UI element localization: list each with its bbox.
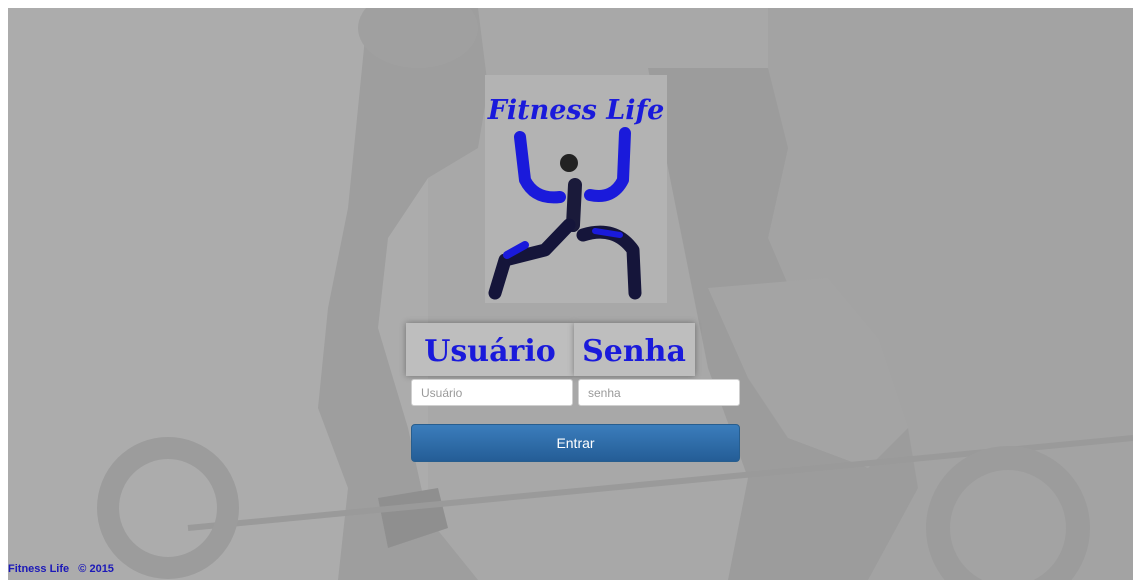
fitness-life-logo: Fitness Life xyxy=(485,75,667,303)
password-label-box: Senha xyxy=(574,323,695,376)
login-button[interactable]: Entrar xyxy=(411,424,740,462)
username-input[interactable] xyxy=(411,379,573,406)
stick-figure-lifting-icon xyxy=(488,127,642,300)
password-input[interactable] xyxy=(578,379,740,406)
user-label-box: Usuário xyxy=(406,323,574,376)
user-label: Usuário xyxy=(424,334,556,369)
footer: Fitness Life © 2015 xyxy=(8,563,114,575)
footer-copyright: © 2015 xyxy=(78,563,114,575)
password-label: Senha xyxy=(582,334,686,369)
footer-brand: Fitness Life xyxy=(8,563,70,575)
logo-text: Fitness Life xyxy=(487,95,665,126)
